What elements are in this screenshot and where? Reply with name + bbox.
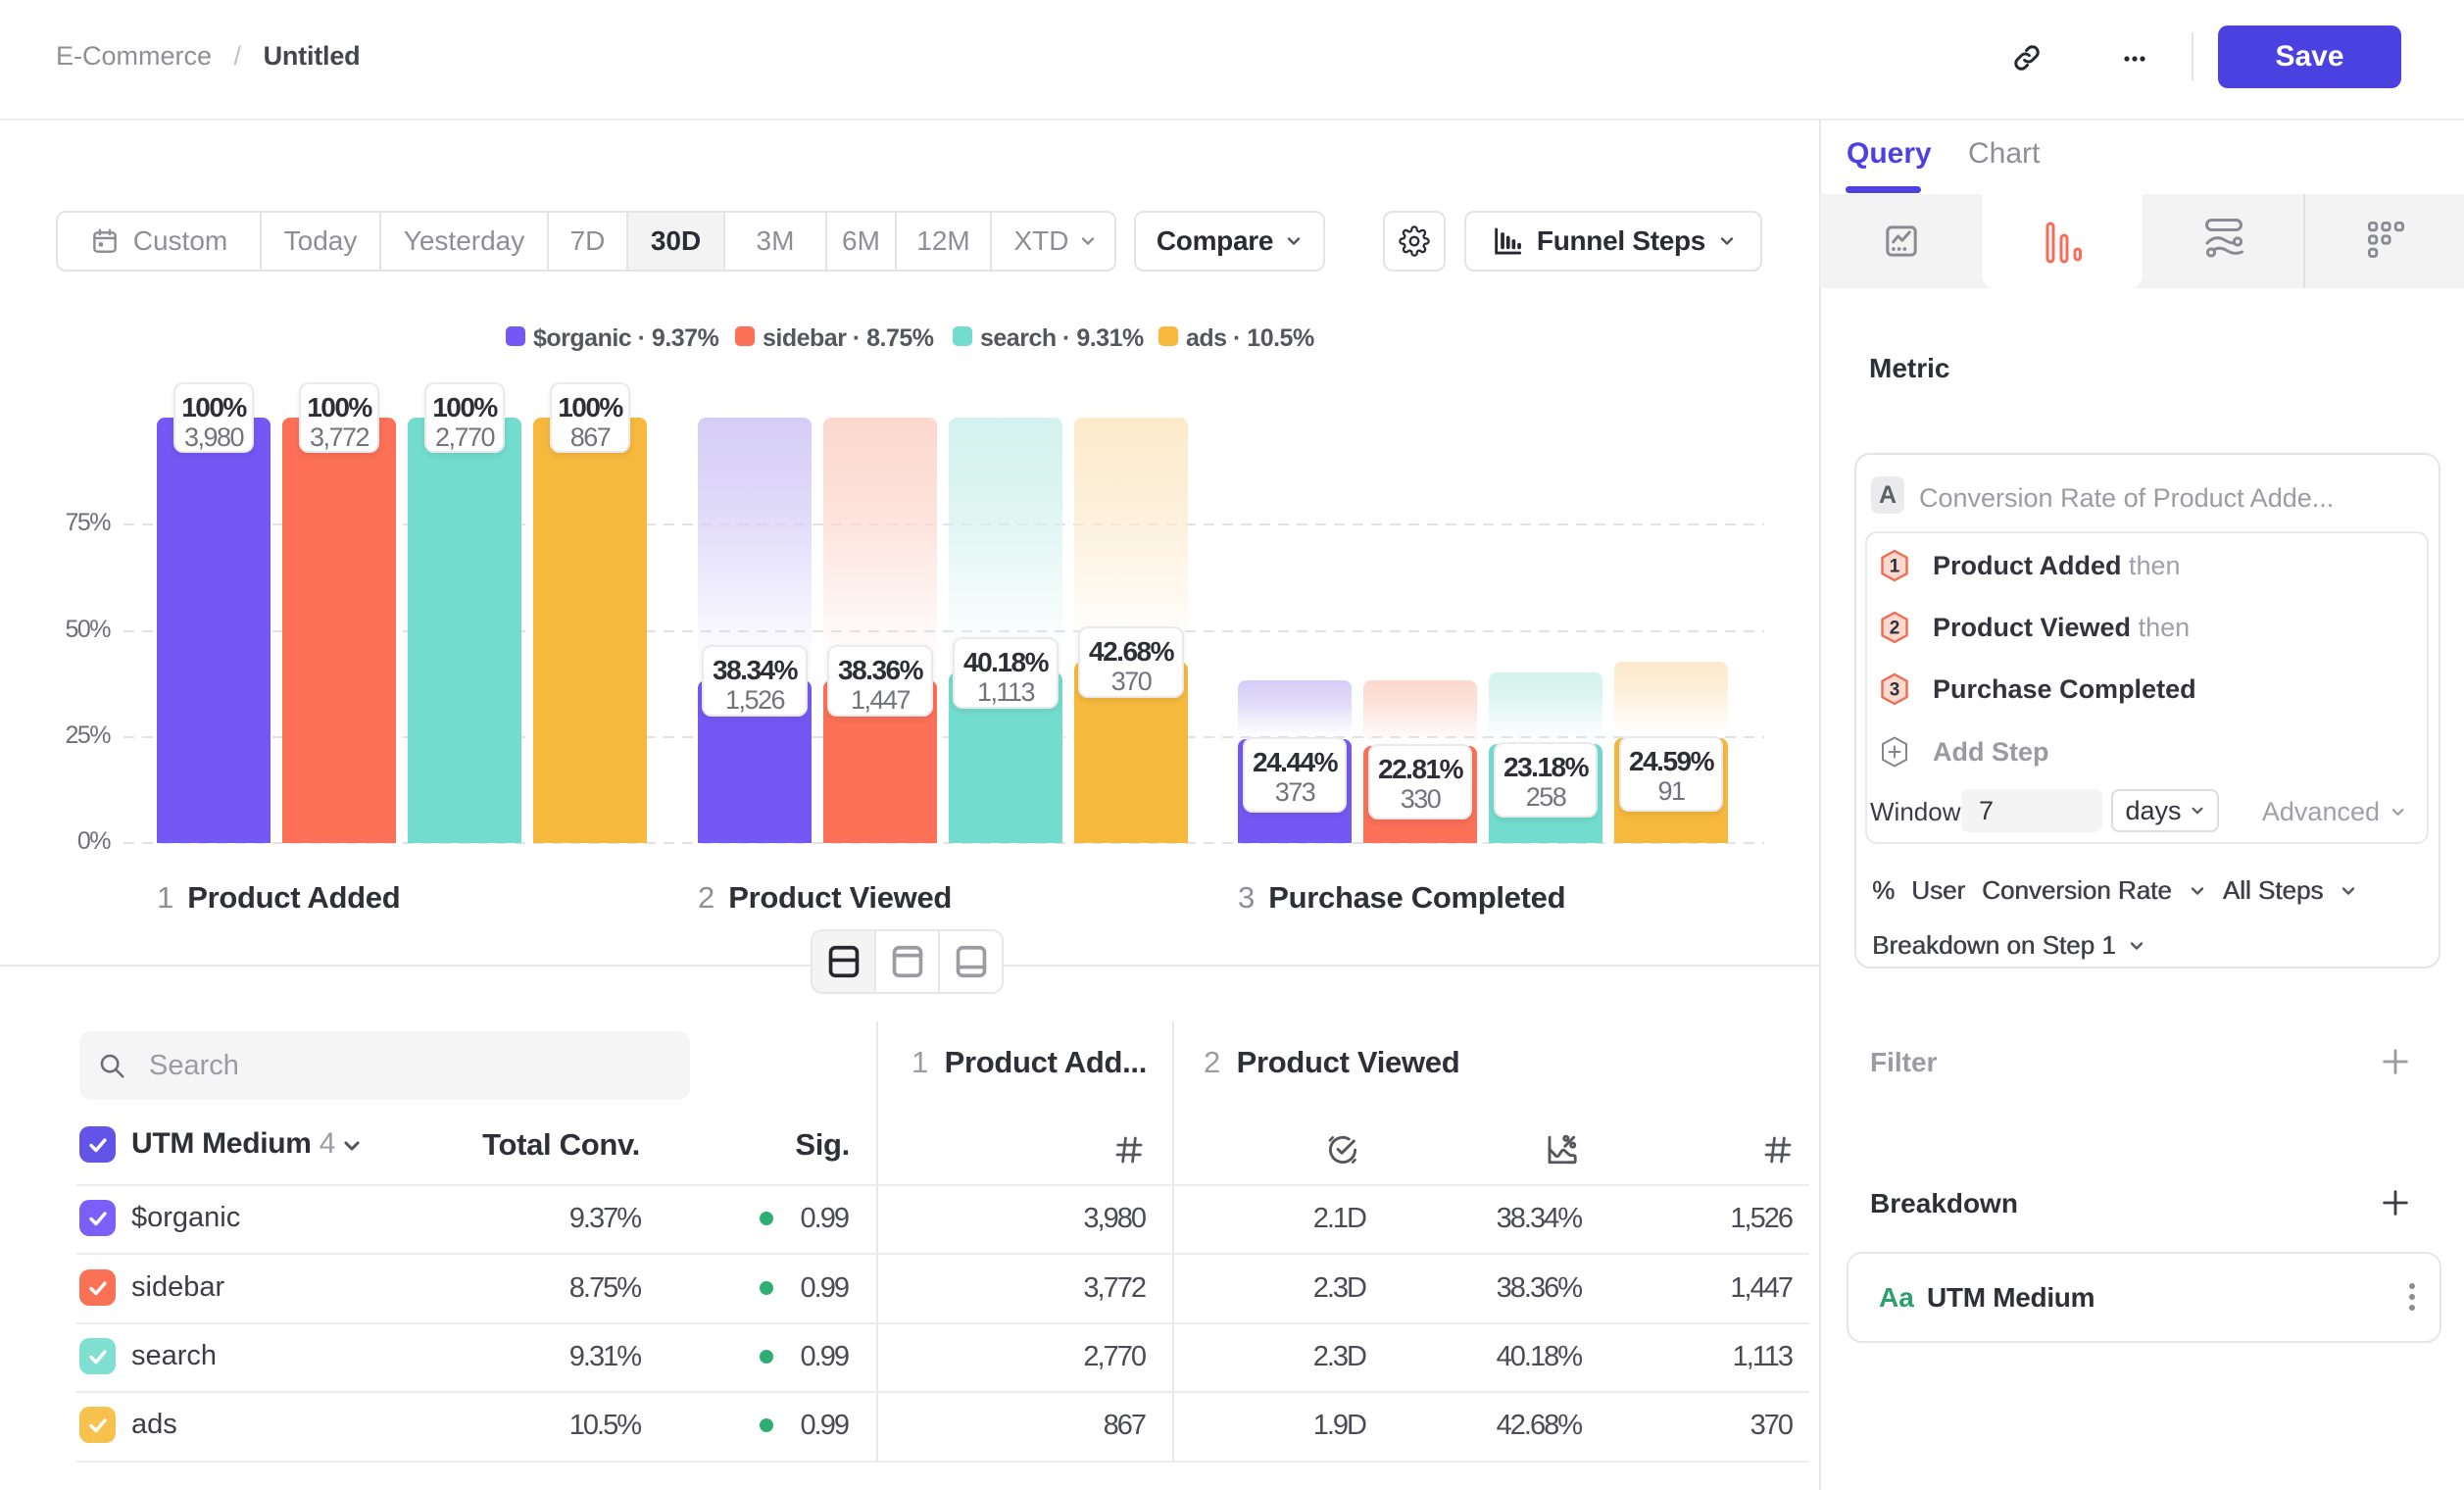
svg-text:2: 2: [1890, 619, 1900, 639]
svg-text:3: 3: [1890, 680, 1900, 701]
svg-text:1: 1: [1890, 557, 1900, 577]
